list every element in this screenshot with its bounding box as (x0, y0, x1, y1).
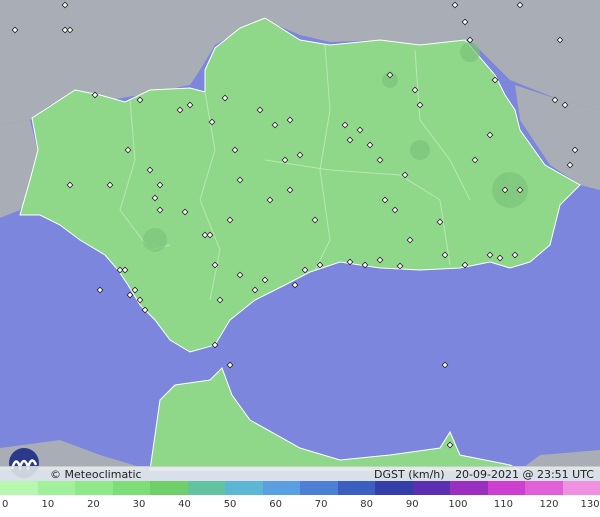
color-scale-swatch (487, 481, 526, 495)
color-scale-legend: 0 10 20 30 40 50 60 70 80 90 100 110 120 130 (0, 481, 600, 517)
color-scale-tick-label: 60 (269, 499, 282, 510)
color-scale-swatch (375, 481, 413, 495)
color-scale-swatch (187, 481, 226, 495)
credit-label: © Meteoclimatic (50, 468, 142, 481)
color-scale-tick-label: 30 (132, 499, 146, 510)
color-scale-swatch (262, 481, 301, 495)
color-scale-swatch (75, 481, 113, 495)
color-scale-tick-label: 20 (87, 499, 100, 510)
color-scale-tick-label: 10 (41, 499, 55, 510)
color-scale-swatch (112, 481, 151, 495)
color-scale-tick-label: 130 (580, 499, 600, 510)
color-scale-tick-label: 40 (178, 499, 191, 510)
color-scale-tick-label: 70 (314, 499, 328, 510)
color-scale-swatch (225, 481, 263, 495)
color-scale-swatch (300, 481, 338, 495)
color-scale-swatch (150, 481, 188, 495)
color-scale-tick-label: 90 (405, 499, 419, 510)
color-scale-swatch (562, 481, 600, 495)
color-scale-swatch (412, 481, 451, 495)
color-scale-swatch (450, 481, 488, 495)
color-scale-swatch (37, 481, 76, 495)
map-footer: © Meteoclimatic DGST (km/h) 20-09-2021 @… (0, 466, 600, 482)
color-scale-tick-label: 120 (539, 499, 559, 510)
color-scale-tick-label: 80 (360, 499, 374, 510)
color-scale-tick-label: 50 (223, 499, 237, 510)
variable-label: DGST (km/h) (374, 468, 445, 481)
color-scale-tick-label: 0 (2, 499, 9, 510)
color-scale-bar (0, 481, 600, 495)
color-scale-tick-label: 100 (448, 499, 468, 510)
timestamp-label: DGST (km/h) 20-09-2021 @ 23:51 UTC (374, 468, 594, 481)
color-scale-ticks: 0 10 20 30 40 50 60 70 80 90 100 110 120 130 (0, 495, 600, 517)
color-scale-swatch (337, 481, 376, 495)
wind-gust-map (0, 0, 600, 517)
datetime-label: 20-09-2021 @ 23:51 UTC (455, 468, 594, 481)
color-scale-swatch (0, 481, 38, 495)
color-scale-swatch (525, 481, 563, 495)
color-scale-tick-label: 110 (493, 499, 514, 510)
